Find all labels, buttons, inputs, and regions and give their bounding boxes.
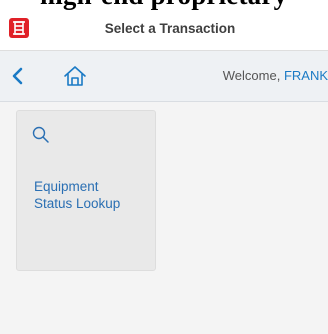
clipped-heading-text: high-end proprietary <box>40 0 287 10</box>
back-button[interactable] <box>6 63 32 89</box>
welcome-prefix: Welcome, <box>222 68 284 83</box>
clipped-heading: high-end proprietary <box>0 0 328 10</box>
home-icon <box>64 66 86 86</box>
tile-label-line1: Equipment <box>34 179 99 194</box>
welcome-message: Welcome, FRANK <box>223 68 328 83</box>
page-title: Select a Transaction <box>104 21 236 36</box>
tile-label-line2: Status Lookup <box>34 196 121 211</box>
search-icon <box>32 126 49 143</box>
navigation-bar: Welcome, FRANK <box>0 51 328 102</box>
tile-label: Equipment Status Lookup <box>34 178 154 212</box>
app-page: high-end proprietary Select a Transactio… <box>0 0 328 334</box>
username-link[interactable]: FRANK <box>284 68 328 83</box>
app-header: Select a Transaction <box>0 10 328 51</box>
home-button[interactable] <box>62 63 88 89</box>
equipment-status-lookup-tile[interactable]: Equipment Status Lookup <box>16 110 156 271</box>
chevron-left-icon <box>12 67 23 85</box>
